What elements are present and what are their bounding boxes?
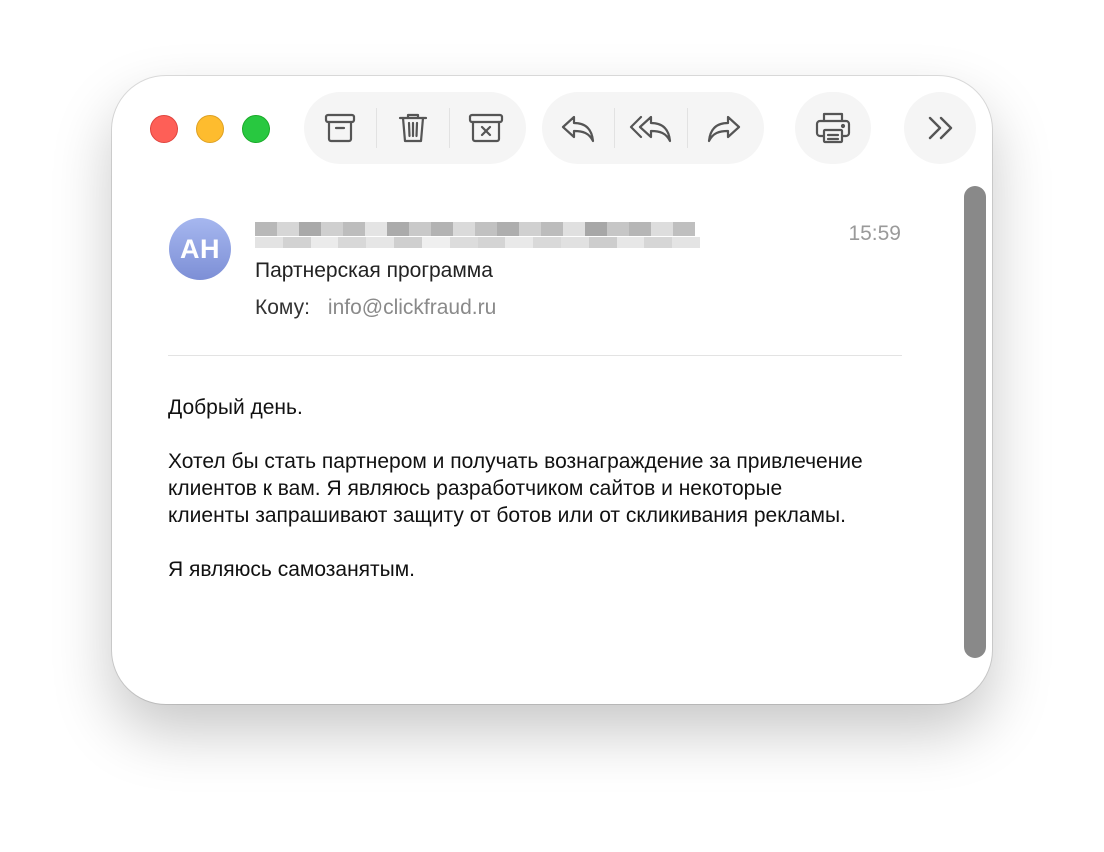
zoom-button[interactable] xyxy=(242,115,270,143)
body-paragraph: Хотел бы стать партнером и получать возн… xyxy=(168,450,863,527)
reply-all-icon xyxy=(628,111,674,145)
print-group xyxy=(795,92,871,164)
mail-message-window: AH 15:59 Партнерская программа Кому: inf… xyxy=(112,76,992,704)
header-divider xyxy=(168,355,902,356)
scrollbar-thumb[interactable] xyxy=(964,186,986,658)
message-time: 15:59 xyxy=(848,222,901,245)
close-button[interactable] xyxy=(150,115,178,143)
message-actions-group xyxy=(304,92,526,164)
more-button[interactable] xyxy=(904,92,976,164)
reply-all-button[interactable] xyxy=(615,92,687,164)
forward-button[interactable] xyxy=(688,92,760,164)
recipient-address[interactable]: info@clickfraud.ru xyxy=(328,296,496,320)
junk-icon xyxy=(467,111,505,145)
sender-name-redacted xyxy=(255,222,695,236)
avatar[interactable]: AH xyxy=(169,218,231,280)
message-subject: Партнерская программа xyxy=(255,259,493,282)
more-icon xyxy=(923,111,957,145)
overflow-group xyxy=(904,92,976,164)
archive-button[interactable] xyxy=(304,92,376,164)
minimize-button[interactable] xyxy=(196,115,224,143)
body-paragraph: Добрый день. xyxy=(168,396,303,419)
reply-icon xyxy=(559,111,597,145)
print-icon xyxy=(814,110,852,146)
sender-email-redacted xyxy=(255,237,700,248)
recipient-row: Кому: info@clickfraud.ru xyxy=(255,296,496,320)
reply-button[interactable] xyxy=(542,92,614,164)
trash-icon xyxy=(396,111,430,145)
to-label: Кому: xyxy=(255,296,310,319)
junk-button[interactable] xyxy=(450,92,522,164)
body-paragraph: Я являюсь самозанятым. xyxy=(168,558,416,581)
message-body: Добрый день. Хотел бы стать партнером и … xyxy=(168,394,868,610)
reply-actions-group xyxy=(542,92,764,164)
delete-button[interactable] xyxy=(377,92,449,164)
forward-icon xyxy=(705,111,743,145)
archive-icon xyxy=(323,111,357,145)
print-button[interactable] xyxy=(797,92,869,164)
